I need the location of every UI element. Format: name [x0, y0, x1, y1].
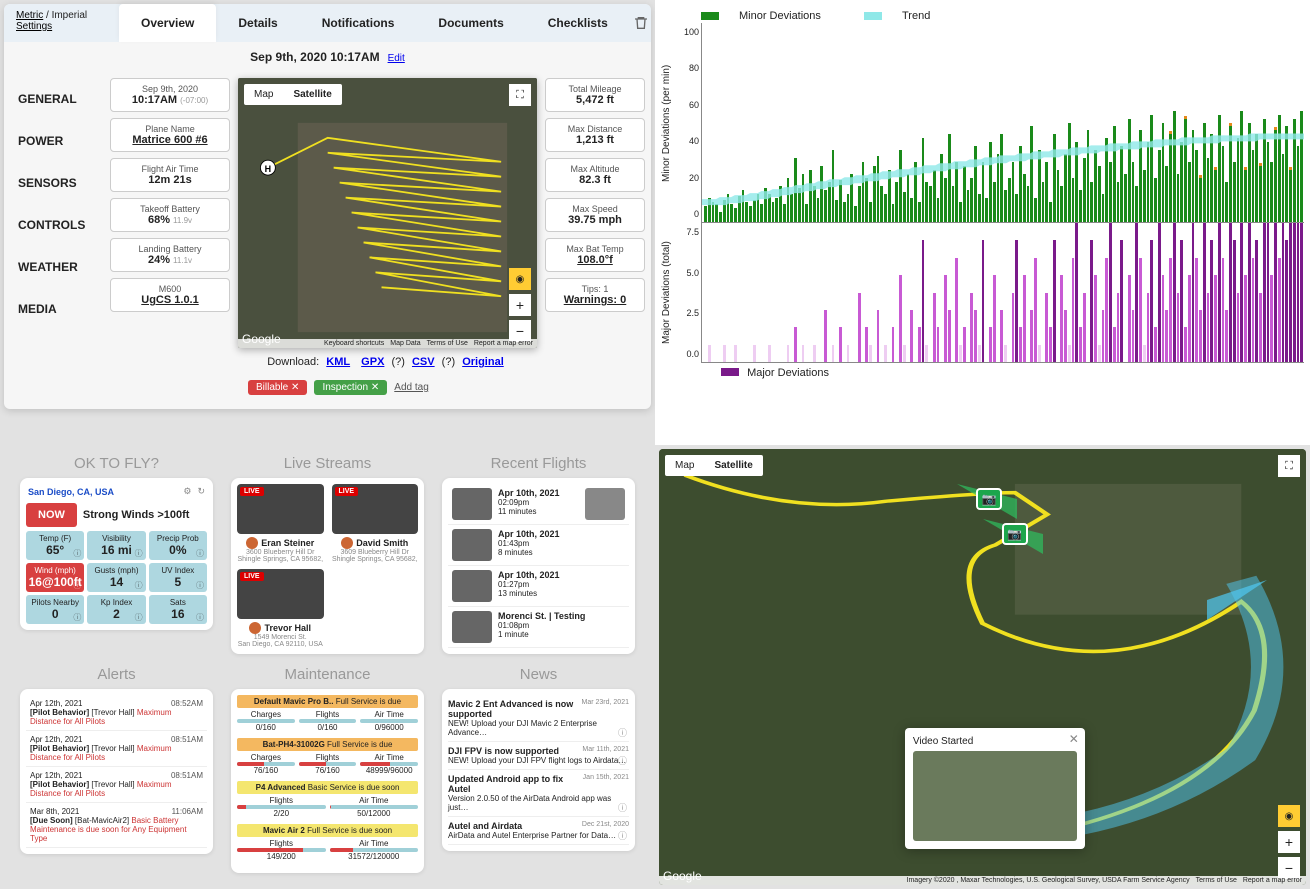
flight-item[interactable]: Apr 10th, 202102:09pm11 minutes — [448, 484, 629, 525]
flight-item[interactable]: Apr 10th, 202101:43pm8 minutes — [448, 525, 629, 566]
flight-item[interactable]: Morenci St. | Testing01:08pm1 minute — [448, 607, 629, 648]
widget-news: News Mar 23rd, 2021Mavic 2 Ent Advanced … — [442, 666, 635, 873]
metric-tile[interactable]: UV Index5ⓘ — [149, 563, 207, 592]
tabs: Overview Details Notifications Documents… — [4, 4, 651, 42]
stat-box[interactable]: Max Altitude82.3 ft — [545, 158, 645, 192]
dl-original[interactable]: Original — [462, 356, 504, 368]
stat-box[interactable]: Landing Battery24% 11.1v — [110, 238, 230, 272]
metric-tile[interactable]: Temp (F)65°ⓘ — [26, 531, 84, 560]
maint-item[interactable]: Bat-PH4-31002G Full Service is dueCharge… — [237, 738, 418, 775]
widget-streams: Live Streams LIVEEran Steiner3600 Bluebe… — [231, 455, 424, 654]
units-toggle: Metric / Imperial Settings — [16, 10, 87, 32]
maint-item[interactable]: Mavic Air 2 Full Service is due soonFlig… — [237, 824, 418, 861]
camera-marker-icon[interactable]: 📷 — [976, 488, 1002, 510]
tab-details[interactable]: Details — [216, 4, 299, 42]
close-icon[interactable]: ✕ — [1069, 732, 1079, 746]
stat-box[interactable]: Flight Air Time12m 21s — [110, 158, 230, 192]
widget-alerts: Alerts 08:52AMApr 12th, 2021[Pilot Behav… — [20, 666, 213, 873]
news-item[interactable]: Mar 23rd, 2021Mavic 2 Ent Advanced is no… — [448, 695, 629, 742]
trash-icon[interactable] — [630, 12, 652, 34]
zoom-in[interactable]: + — [509, 294, 531, 316]
dl-csv[interactable]: CSV — [412, 356, 435, 368]
edit-link[interactable]: Edit — [388, 53, 405, 64]
gear-icon[interactable]: ⚙ — [183, 486, 191, 497]
alert-item[interactable]: 11:06AMMar 8th, 2021[Due Soon] [Bat-Mavi… — [26, 803, 207, 848]
tab-checklists[interactable]: Checklists — [526, 4, 630, 42]
alert-item[interactable]: 08:52AMApr 12th, 2021[Pilot Behavior] [T… — [26, 695, 207, 731]
nav-media[interactable]: MEDIA — [14, 288, 106, 330]
left-stats: Sep 9th, 202010:17AM (-07:00) Plane NameM… — [110, 78, 230, 399]
metric-tile[interactable]: Gusts (mph)14ⓘ — [87, 563, 145, 592]
maint-item[interactable]: P4 Advanced Basic Service is due soonFli… — [237, 781, 418, 818]
metric-tile[interactable]: Visibility16 miⓘ — [87, 531, 145, 560]
svg-text:H: H — [265, 164, 271, 174]
map-type-satellite[interactable]: Satellite — [283, 84, 341, 105]
widget-okfly: OK TO FLY? San Diego, CA, USA⚙↻ NOWStron… — [20, 455, 213, 654]
map-type-satellite[interactable]: Satellite — [704, 455, 762, 476]
tab-overview[interactable]: Overview — [119, 4, 216, 42]
downloads: Download: KML GPX (?) CSV (?) Original — [238, 348, 537, 376]
tag-billable[interactable]: Billable ✕ — [248, 380, 307, 395]
flight-item[interactable]: Apr 10th, 202101:27pm13 minutes — [448, 566, 629, 607]
widget-maintenance: Maintenance Default Mavic Pro B.. Full S… — [231, 666, 424, 873]
add-tag[interactable]: Add tag — [394, 382, 428, 393]
news-item[interactable]: Jan 15th, 2021Updated Android app to fix… — [448, 770, 629, 817]
nav-general[interactable]: GENERAL — [14, 78, 106, 120]
refresh-icon[interactable]: ↻ — [197, 486, 205, 497]
stat-box[interactable]: Max Bat Temp108.0°f — [545, 238, 645, 272]
now-badge: NOW — [26, 503, 77, 527]
nav-weather[interactable]: WEATHER — [14, 246, 106, 288]
stat-box[interactable]: Sep 9th, 202010:17AM (-07:00) — [110, 78, 230, 112]
metric-tile[interactable]: Sats16ⓘ — [149, 595, 207, 624]
metric-tile[interactable]: Kp Index2ⓘ — [87, 595, 145, 624]
video-popup: ✕ Video Started — [905, 728, 1085, 849]
pegman-icon[interactable]: ◉ — [509, 268, 531, 290]
zoom-in[interactable]: + — [1278, 831, 1300, 853]
stream-item[interactable]: LIVEEran Steiner3600 Blueberry Hill DrSh… — [237, 484, 324, 563]
pegman-icon[interactable]: ◉ — [1278, 805, 1300, 827]
stat-box[interactable]: Plane NameMatrice 600 #6 — [110, 118, 230, 152]
stream-item[interactable]: LIVETrevor Hall1549 Morenci St.San Diego… — [237, 569, 324, 648]
timestamp: Sep 9th, 2020 10:17AMEdit — [4, 42, 651, 72]
map-type-map[interactable]: Map — [665, 455, 704, 476]
tab-documents[interactable]: Documents — [416, 4, 525, 42]
widget-recent: Recent Flights Apr 10th, 202102:09pm11 m… — [442, 455, 635, 654]
fullscreen-icon[interactable]: ⛶ — [509, 84, 531, 106]
tags: Billable ✕ Inspection ✕ Add tag — [238, 376, 537, 399]
nav-sensors[interactable]: SENSORS — [14, 162, 106, 204]
stat-box[interactable]: Total Mileage5,472 ft — [545, 78, 645, 112]
camera-marker-icon[interactable]: 📷 — [1002, 523, 1028, 545]
units-metric[interactable]: Metric — [16, 10, 43, 21]
fullscreen-icon[interactable]: ⛶ — [1278, 455, 1300, 477]
nav-power[interactable]: POWER — [14, 120, 106, 162]
stat-box[interactable]: M600UgCS 1.0.1 — [110, 278, 230, 312]
stat-box[interactable]: Max Speed39.75 mph — [545, 198, 645, 232]
alert-item[interactable]: 08:51AMApr 12th, 2021[Pilot Behavior] [T… — [26, 731, 207, 767]
nav-controls[interactable]: CONTROLS — [14, 204, 106, 246]
deviations-chart: Minor Deviations Trend Minor Deviations … — [655, 0, 1310, 445]
metric-tile[interactable]: Precip Prob0%ⓘ — [149, 531, 207, 560]
metric-tile[interactable]: Pilots Nearby0ⓘ — [26, 595, 84, 624]
alert-item[interactable]: 08:51AMApr 12th, 2021[Pilot Behavior] [T… — [26, 767, 207, 803]
stat-box[interactable]: Takeoff Battery68% 11.9v — [110, 198, 230, 232]
settings-link[interactable]: Settings — [16, 21, 52, 32]
video-map[interactable]: Map Satellite H ⛶ 📷 📷 🎥 ✕ Video Started … — [659, 449, 1306, 885]
dl-gpx[interactable]: GPX — [361, 356, 384, 368]
maint-item[interactable]: Default Mavic Pro B.. Full Service is du… — [237, 695, 418, 732]
tag-inspection[interactable]: Inspection ✕ — [314, 380, 387, 395]
news-item[interactable]: Mar 11th, 2021DJI FPV is now supportedNE… — [448, 742, 629, 770]
stream-item[interactable]: LIVEDavid Smith3609 Blueberry Hill DrShi… — [332, 484, 419, 563]
map-type-map[interactable]: Map — [244, 84, 283, 105]
right-stats: Total Mileage5,472 ft Max Distance1,213 f… — [545, 78, 645, 399]
video-thumbnail[interactable] — [913, 751, 1077, 841]
dl-kml[interactable]: KML — [326, 356, 350, 368]
news-item[interactable]: Dec 21st, 2020Autel and AirdataAirData a… — [448, 817, 629, 845]
flight-map[interactable]: H Map Satellite ⛶ ◉ + − Google — [238, 78, 537, 348]
metric-tile[interactable]: Wind (mph)16@100ftⓘ — [26, 563, 84, 592]
stat-box[interactable]: Tips: 1Warnings: 0 — [545, 278, 645, 312]
tab-notifications[interactable]: Notifications — [300, 4, 417, 42]
units-imperial[interactable]: Imperial — [52, 10, 88, 21]
stat-box[interactable]: Max Distance1,213 ft — [545, 118, 645, 152]
